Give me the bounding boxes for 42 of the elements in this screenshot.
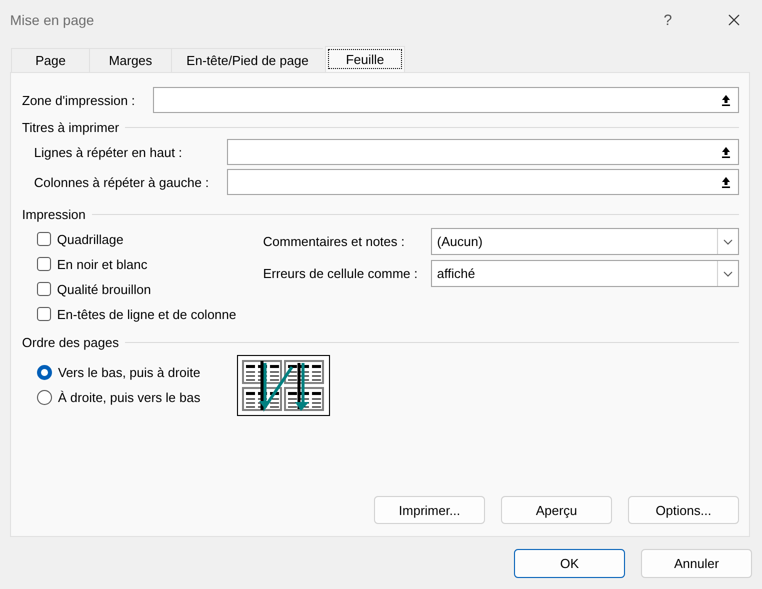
- tab[interactable]: Feuille: [325, 46, 405, 72]
- dropdown[interactable]: (Aucun): [431, 228, 739, 255]
- range-field[interactable]: [227, 139, 739, 165]
- dropdown-label: Commentaires et notes :: [263, 234, 406, 249]
- dialog-button[interactable]: Annuler: [641, 549, 752, 578]
- chevron-down-icon: [723, 238, 733, 244]
- arrow-up-icon: [720, 146, 730, 158]
- radio-button[interactable]: [37, 390, 52, 404]
- tab[interactable]: Page: [11, 48, 89, 72]
- field-label: Lignes à répéter en haut :: [34, 144, 184, 160]
- action-button[interactable]: Options...: [628, 496, 739, 524]
- group-heading: Ordre des pages: [22, 334, 119, 350]
- group-heading: Impression: [22, 206, 86, 222]
- checkbox-label[interactable]: En noir et blanc: [57, 256, 148, 272]
- checkbox[interactable]: [37, 232, 51, 246]
- arrow-up-icon: [720, 94, 730, 106]
- radio-label[interactable]: À droite, puis vers le bas: [58, 390, 200, 404]
- tab[interactable]: En-tête/Pied de page: [171, 48, 323, 72]
- range-field[interactable]: [153, 87, 739, 113]
- field-label: Zone d'impression :: [22, 92, 136, 108]
- field-label: Colonnes à répéter à gauche :: [34, 174, 210, 190]
- checkbox-label[interactable]: En-têtes de ligne et de colonne: [57, 306, 236, 322]
- radio-button[interactable]: [37, 364, 52, 380]
- checkbox-label[interactable]: Quadrillage: [57, 232, 124, 246]
- help-button[interactable]: ?: [660, 12, 676, 28]
- checkbox[interactable]: [37, 282, 51, 296]
- action-button[interactable]: Aperçu: [501, 496, 612, 524]
- arrow-up-icon: [720, 176, 730, 188]
- action-button[interactable]: Imprimer...: [374, 496, 485, 524]
- window-title: Mise en page: [10, 12, 96, 28]
- checkbox-label[interactable]: Qualité brouillon: [57, 282, 151, 296]
- dropdown[interactable]: affiché: [431, 260, 739, 287]
- range-field[interactable]: [227, 169, 739, 195]
- chevron-down-icon: [723, 270, 733, 276]
- dropdown-label: Erreurs de cellule comme :: [263, 266, 419, 281]
- close-icon[interactable]: [728, 14, 740, 26]
- group-heading: Titres à imprimer: [22, 120, 120, 134]
- checkbox[interactable]: [37, 307, 51, 321]
- checkbox[interactable]: [37, 257, 51, 271]
- radio-label[interactable]: Vers le bas, puis à droite: [58, 364, 200, 380]
- dialog-button[interactable]: OK: [514, 549, 625, 578]
- tab[interactable]: Marges: [89, 48, 171, 72]
